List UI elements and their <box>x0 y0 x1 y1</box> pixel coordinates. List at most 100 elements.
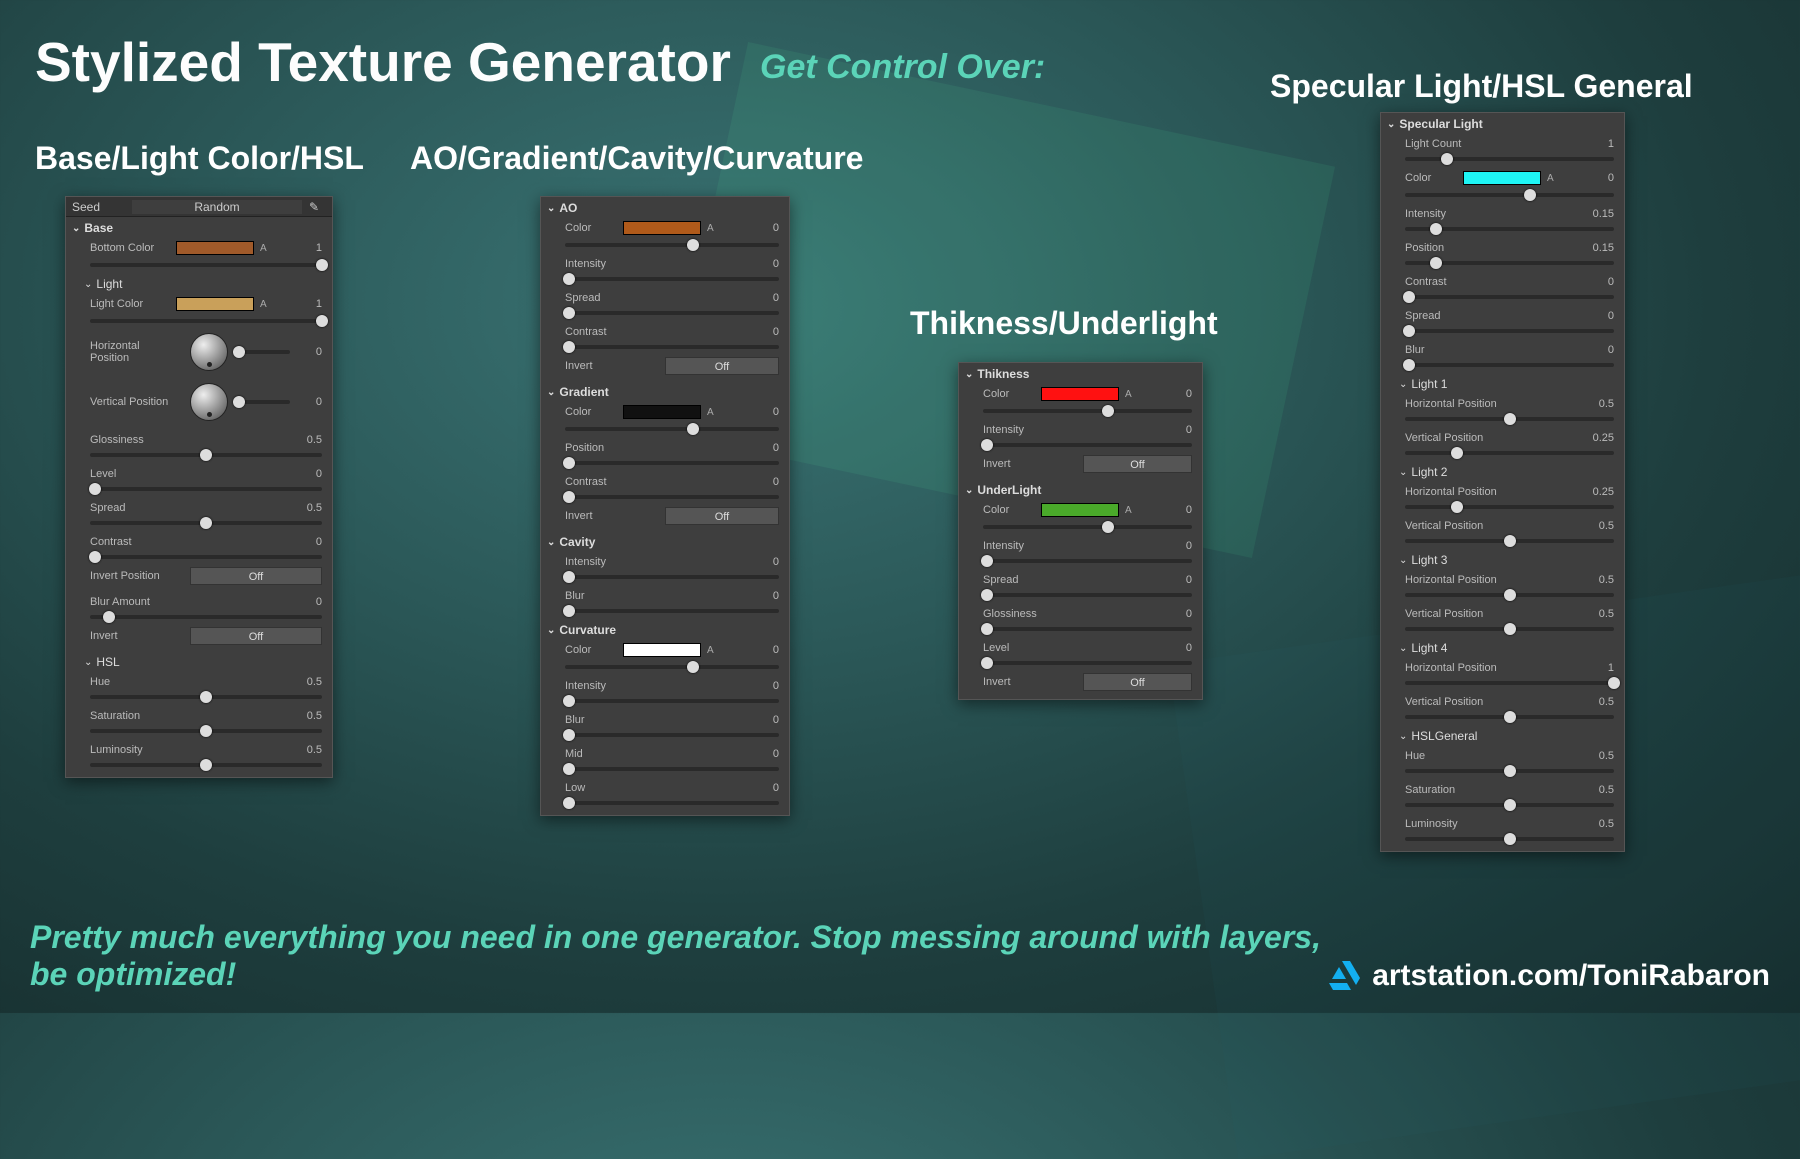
spec-contrast-slider[interactable] <box>1405 295 1614 299</box>
group-underlight[interactable]: UnderLight <box>977 483 1041 497</box>
chevron-down-icon[interactable]: ⌄ <box>1399 555 1407 566</box>
group-thikness[interactable]: Thikness <box>977 367 1029 381</box>
bottom-color-swatch[interactable] <box>176 241 254 255</box>
ao-intensity-slider[interactable] <box>565 277 779 281</box>
hslg-sat-slider[interactable] <box>1405 803 1614 807</box>
ao-invert-toggle[interactable]: Off <box>665 357 779 375</box>
curv-color-swatch[interactable] <box>623 643 701 657</box>
chevron-down-icon[interactable]: ⌄ <box>965 485 973 496</box>
spec-color-swatch[interactable] <box>1463 171 1541 185</box>
thik-intensity-slider[interactable] <box>983 443 1192 447</box>
ao-color-swatch[interactable] <box>623 221 701 235</box>
spec-intensity-slider[interactable] <box>1405 227 1614 231</box>
under-color-swatch[interactable] <box>1041 503 1119 517</box>
l2-h-slider[interactable] <box>1405 505 1614 509</box>
group-light3[interactable]: Light 3 <box>1411 553 1447 567</box>
contrast-slider[interactable] <box>90 555 322 559</box>
l1-h-slider[interactable] <box>1405 417 1614 421</box>
l4-v-slider[interactable] <box>1405 715 1614 719</box>
group-light[interactable]: Light <box>96 277 122 291</box>
chevron-down-icon[interactable]: ⌄ <box>84 279 92 290</box>
blur-amount-slider[interactable] <box>90 615 322 619</box>
spec-spread-slider[interactable] <box>1405 329 1614 333</box>
light-color-swatch[interactable] <box>176 297 254 311</box>
thik-color-slider[interactable] <box>983 409 1192 413</box>
chevron-down-icon[interactable]: ⌄ <box>1399 731 1407 742</box>
seed-random-button[interactable]: Random <box>132 200 302 214</box>
chevron-down-icon[interactable]: ⌄ <box>547 203 555 214</box>
level-slider[interactable] <box>90 487 322 491</box>
chevron-down-icon[interactable]: ⌄ <box>1399 379 1407 390</box>
chevron-down-icon[interactable]: ⌄ <box>1399 643 1407 654</box>
curv-blur-slider[interactable] <box>565 733 779 737</box>
vpos-dial[interactable] <box>190 383 228 421</box>
under-invert-toggle[interactable]: Off <box>1083 673 1192 691</box>
grad-contrast-slider[interactable] <box>565 495 779 499</box>
hpos-dial[interactable] <box>190 333 228 371</box>
ao-spread-slider[interactable] <box>565 311 779 315</box>
group-specular[interactable]: Specular Light <box>1399 117 1482 131</box>
under-color-slider[interactable] <box>983 525 1192 529</box>
l1-v-slider[interactable] <box>1405 451 1614 455</box>
hue-slider[interactable] <box>90 695 322 699</box>
chevron-down-icon[interactable]: ⌄ <box>1399 467 1407 478</box>
l3-v-slider[interactable] <box>1405 627 1614 631</box>
spec-count-slider[interactable] <box>1405 157 1614 161</box>
chevron-down-icon[interactable]: ⌄ <box>84 657 92 668</box>
grad-color-swatch[interactable] <box>623 405 701 419</box>
curv-color-slider[interactable] <box>565 665 779 669</box>
grad-color-slider[interactable] <box>565 427 779 431</box>
chevron-down-icon[interactable]: ⌄ <box>547 625 555 636</box>
group-light4[interactable]: Light 4 <box>1411 641 1447 655</box>
group-light2[interactable]: Light 2 <box>1411 465 1447 479</box>
group-light1[interactable]: Light 1 <box>1411 377 1447 391</box>
footer-message: Pretty much everything you need in one g… <box>30 919 1330 993</box>
l3-h-slider[interactable] <box>1405 593 1614 597</box>
glossiness-slider[interactable] <box>90 453 322 457</box>
under-level-slider[interactable] <box>983 661 1192 665</box>
hslg-lum-slider[interactable] <box>1405 837 1614 841</box>
curv-mid-slider[interactable] <box>565 767 779 771</box>
thik-invert-toggle[interactable]: Off <box>1083 455 1192 473</box>
under-gloss-slider[interactable] <box>983 627 1192 631</box>
hslg-hue-slider[interactable] <box>1405 769 1614 773</box>
curv-low-slider[interactable] <box>565 801 779 805</box>
curv-intensity-slider[interactable] <box>565 699 779 703</box>
group-hsl[interactable]: HSL <box>96 655 119 669</box>
spec-blur-slider[interactable] <box>1405 363 1614 367</box>
under-intensity-slider[interactable] <box>983 559 1192 563</box>
invert-toggle[interactable]: Off <box>190 627 322 645</box>
bottom-color-slider[interactable] <box>90 263 322 267</box>
group-base[interactable]: Base <box>84 221 113 235</box>
invert-position-toggle[interactable]: Off <box>190 567 322 585</box>
spread-slider[interactable] <box>90 521 322 525</box>
group-gradient[interactable]: Gradient <box>559 385 608 399</box>
grad-position-slider[interactable] <box>565 461 779 465</box>
luminosity-slider[interactable] <box>90 763 322 767</box>
cav-blur-slider[interactable] <box>565 609 779 613</box>
light-color-slider[interactable] <box>90 319 322 323</box>
group-cavity[interactable]: Cavity <box>559 535 595 549</box>
group-ao[interactable]: AO <box>559 201 577 215</box>
hpos-slider[interactable] <box>238 350 290 354</box>
l4-h-slider[interactable] <box>1405 681 1614 685</box>
chevron-down-icon[interactable]: ⌄ <box>547 537 555 548</box>
cav-intensity-slider[interactable] <box>565 575 779 579</box>
chevron-down-icon[interactable]: ⌄ <box>72 223 80 234</box>
group-curvature[interactable]: Curvature <box>559 623 616 637</box>
chevron-down-icon[interactable]: ⌄ <box>1387 119 1395 130</box>
chevron-down-icon[interactable]: ⌄ <box>547 387 555 398</box>
spec-position-slider[interactable] <box>1405 261 1614 265</box>
l2-v-slider[interactable] <box>1405 539 1614 543</box>
under-spread-slider[interactable] <box>983 593 1192 597</box>
seed-edit-icon[interactable]: ✎ <box>302 200 326 214</box>
group-hslgeneral[interactable]: HSLGeneral <box>1411 729 1477 743</box>
vpos-slider[interactable] <box>238 400 290 404</box>
spec-color-slider[interactable] <box>1405 193 1614 197</box>
saturation-slider[interactable] <box>90 729 322 733</box>
ao-contrast-slider[interactable] <box>565 345 779 349</box>
grad-invert-toggle[interactable]: Off <box>665 507 779 525</box>
chevron-down-icon[interactable]: ⌄ <box>965 369 973 380</box>
thik-color-swatch[interactable] <box>1041 387 1119 401</box>
ao-color-slider[interactable] <box>565 243 779 247</box>
